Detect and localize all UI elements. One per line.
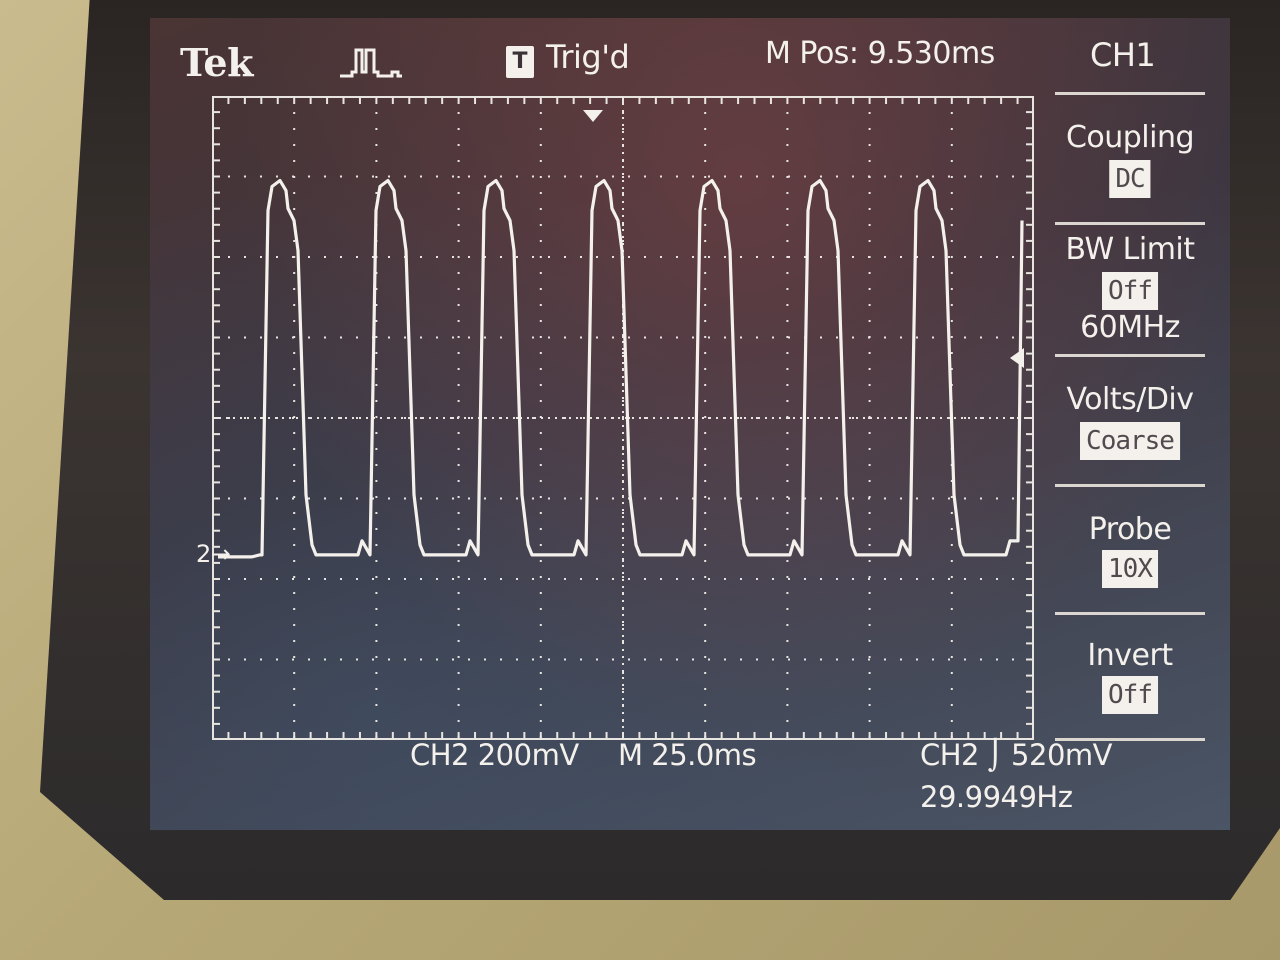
main-position-readout: M Pos: 9.530ms bbox=[765, 36, 995, 71]
menu-item-label: Coupling bbox=[1065, 120, 1195, 155]
oscilloscope-screen: Tek T Trig'd M Pos: 9.530ms CH1 2→ Coupl… bbox=[150, 18, 1230, 830]
brand-logo: Tek bbox=[180, 40, 253, 85]
menu-item-label: Probe bbox=[1088, 512, 1172, 547]
menu-item-value: 10X bbox=[1102, 550, 1158, 588]
channel-scale-readout: CH2 200mV bbox=[410, 738, 579, 772]
menu-item-label: Volts/Div bbox=[1066, 382, 1194, 417]
menu-item-value: DC bbox=[1109, 160, 1151, 198]
trigger-status: Trig'd bbox=[546, 38, 630, 76]
menu-item-sublabel: 60MHz bbox=[1080, 310, 1180, 345]
menu-divider bbox=[1055, 484, 1205, 487]
graticule bbox=[212, 96, 1034, 740]
menu-divider bbox=[1055, 354, 1205, 357]
menu-item-value: Off bbox=[1102, 272, 1158, 310]
trigger-position-icon bbox=[583, 110, 603, 122]
trigger-level-readout: CH2 ⌡ 520mV bbox=[920, 738, 1113, 772]
menu-title: CH1 bbox=[1090, 36, 1156, 74]
ch2-waveform-trace bbox=[218, 178, 1024, 559]
menu-item-label: BW Limit bbox=[1065, 232, 1195, 267]
ground-marker: 2→ bbox=[196, 540, 231, 568]
menu-divider bbox=[1055, 92, 1205, 95]
menu-divider bbox=[1055, 222, 1205, 225]
grid-lines bbox=[212, 96, 1034, 740]
trigger-level-icon bbox=[1010, 348, 1024, 368]
acquisition-waveform-icon bbox=[340, 48, 402, 78]
menu-divider bbox=[1055, 612, 1205, 615]
menu-item-value: Coarse bbox=[1080, 422, 1180, 460]
time-scale-readout: M 25.0ms bbox=[618, 738, 757, 772]
trigger-badge: T bbox=[506, 46, 534, 78]
menu-item-value: Off bbox=[1102, 676, 1158, 714]
frequency-readout: 29.9949Hz bbox=[920, 780, 1073, 814]
menu-item-label: Invert bbox=[1087, 638, 1173, 673]
